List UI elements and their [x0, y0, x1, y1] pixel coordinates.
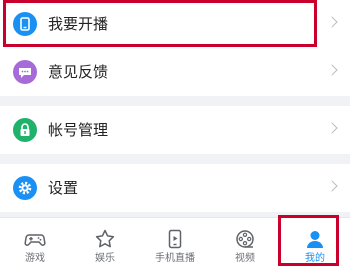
- tab-label: 娱乐: [95, 253, 115, 264]
- chevron-right-icon: [326, 16, 338, 28]
- tab-video[interactable]: 视频: [210, 218, 280, 267]
- chevron-right-icon: [326, 64, 338, 76]
- menu-item-label: 帐号管理: [48, 121, 109, 139]
- feedback-chat-icon: [13, 60, 37, 84]
- gear-icon: [13, 176, 37, 200]
- chevron-right-icon: [326, 122, 338, 134]
- menu-item-label: 意见反馈: [48, 63, 109, 81]
- menu-item-feedback[interactable]: 意见反馈: [0, 48, 350, 96]
- menu-item-start-broadcast[interactable]: 我要开播: [0, 0, 350, 48]
- tab-label: 我的: [305, 253, 325, 264]
- phone-broadcast-icon: [13, 12, 37, 36]
- menu-item-label: 我要开播: [48, 15, 109, 33]
- lock-icon: [13, 118, 37, 142]
- menu-item-settings[interactable]: 设置: [0, 164, 350, 212]
- menu-item-account-management[interactable]: 帐号管理: [0, 106, 350, 154]
- user-icon: [303, 227, 327, 251]
- tab-games[interactable]: 游戏: [0, 218, 70, 267]
- menu-item-label: 设置: [48, 179, 79, 197]
- tab-entertainment[interactable]: 娱乐: [70, 218, 140, 267]
- film-reel-icon: [233, 227, 257, 251]
- tab-mobile-live[interactable]: 手机直播: [140, 218, 210, 267]
- tab-label: 视频: [235, 253, 255, 264]
- gamepad-icon: [23, 227, 47, 251]
- star-icon: [93, 227, 117, 251]
- tab-label: 游戏: [25, 253, 45, 264]
- tab-mine[interactable]: 我的: [280, 218, 350, 267]
- bottom-tab-bar: 游戏 娱乐 手机直播 视频 我的: [0, 217, 350, 267]
- tab-label: 手机直播: [155, 253, 195, 264]
- mobile-live-icon: [163, 227, 187, 251]
- chevron-right-icon: [326, 180, 338, 192]
